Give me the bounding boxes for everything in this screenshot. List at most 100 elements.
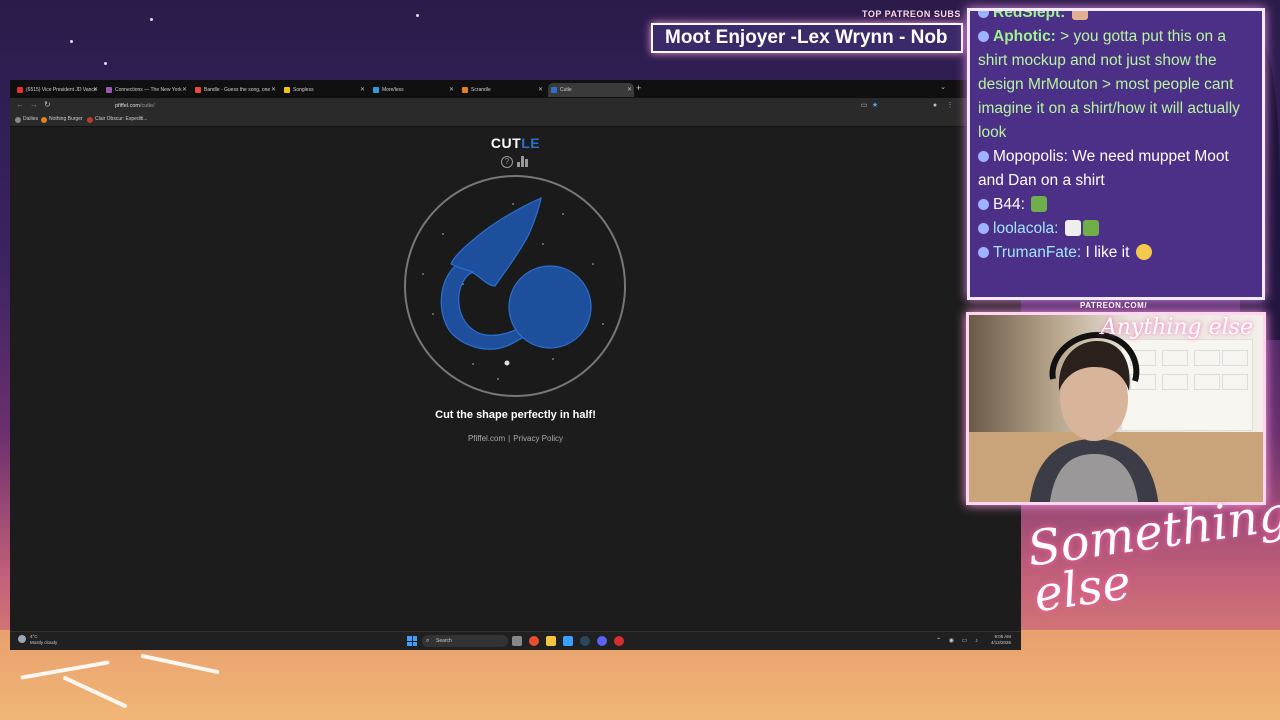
close-icon[interactable]: ✕ — [627, 83, 632, 97]
tab-connections[interactable]: Connections — The New York ✕ — [103, 83, 189, 97]
tab-cutle[interactable]: Cutle ✕ — [548, 83, 634, 97]
tab-label: (6515) Vice President JD Vance — [26, 87, 97, 93]
chat-badge-icon — [978, 31, 989, 42]
chat-badge-icon — [978, 247, 989, 258]
tab-favicon — [195, 87, 201, 93]
bookmark-star-icon[interactable]: ★ — [871, 102, 879, 110]
burger-icon — [41, 117, 47, 123]
chat-message: Mopopolis: We need muppet Moot and Dan o… — [978, 145, 1254, 193]
close-icon[interactable]: ✕ — [271, 83, 276, 97]
tab-favicon — [373, 87, 379, 93]
bookmark-label: Dailies — [23, 116, 39, 122]
url-field[interactable]: pfiffel.com/cutle/ — [105, 100, 855, 112]
chat-username: B44: — [993, 196, 1025, 213]
skull-emote-icon — [1064, 220, 1081, 236]
close-icon[interactable]: ✕ — [538, 83, 543, 97]
system-tray-icons[interactable]: ⌃ ◉ ▭ ♪ — [936, 637, 981, 644]
tab-label: More/less — [382, 87, 404, 93]
browser-window: (6515) Vice President JD Vance ✕ Connecti… — [10, 80, 1021, 650]
privacy-policy-link[interactable]: Privacy Policy — [513, 434, 563, 443]
tab-label: Connections — The New York — [115, 87, 182, 93]
url-domain: pfiffel.com — [115, 103, 140, 109]
tab-label: Cutle — [560, 87, 572, 93]
chat-username: loolacola: — [993, 220, 1059, 237]
windows-start-icon[interactable] — [407, 636, 417, 646]
tab-bandle[interactable]: Bandle - Guess the song, one ✕ — [192, 83, 278, 97]
tab-favicon — [284, 87, 290, 93]
folder-icon — [15, 117, 21, 123]
chat-emote-icon — [1135, 244, 1152, 260]
chat-username: Mopopolis: — [993, 148, 1068, 165]
tab-favicon — [551, 87, 557, 93]
back-arrow-icon[interactable]: ← — [16, 100, 24, 109]
bookmarks-bar: Dailies Nothing Burger Clair Obscur: Exp… — [10, 114, 1021, 127]
close-icon[interactable]: ✕ — [449, 83, 454, 97]
background-star — [416, 14, 419, 17]
cut-shape-canvas[interactable] — [403, 174, 627, 398]
search-label: Search — [436, 638, 452, 644]
obs-icon[interactable] — [614, 636, 624, 646]
tab-favicon — [17, 87, 23, 93]
close-icon[interactable]: ✕ — [360, 83, 365, 97]
reload-icon[interactable]: ↻ — [44, 100, 51, 109]
tab-list-chevron-icon[interactable]: ⌄ — [940, 83, 946, 91]
chat-emote-icon — [1071, 11, 1088, 20]
help-icon[interactable]: ? — [501, 156, 513, 168]
patreon-subs-ticker: Moot Enjoyer -Lex Wrynn - Nob — [651, 23, 963, 53]
new-tab-icon[interactable]: + — [636, 83, 641, 93]
chat-badge-icon — [978, 151, 989, 162]
extension-icon[interactable]: ● — [931, 102, 939, 110]
search-icon: ⌕ — [426, 638, 430, 644]
bookmark-label: Clair Obscur: Expediti... — [95, 116, 148, 122]
file-explorer-icon[interactable] — [546, 636, 556, 646]
app-icon[interactable] — [563, 636, 573, 646]
chat-badge-icon — [978, 223, 989, 234]
tab-songless[interactable]: Songless ✕ — [281, 83, 367, 97]
page-title: CUTLE — [10, 135, 1021, 151]
tab-moreless[interactable]: More/less ✕ — [370, 83, 456, 97]
tab-vice-president[interactable]: (6515) Vice President JD Vance ✕ — [14, 83, 100, 97]
chat-message: TrumanFate: I like it — [978, 241, 1254, 265]
background-star — [70, 40, 73, 43]
tab-scrandle[interactable]: Scrandle ✕ — [459, 83, 545, 97]
tab-favicon — [462, 87, 468, 93]
instructions-text: Cut the shape perfectly in half! — [435, 409, 596, 421]
chat-emote-icon — [1031, 196, 1048, 212]
taskbar-search[interactable]: ⌕ Search — [422, 635, 508, 647]
chat-emote-icon — [1082, 220, 1099, 236]
bookmark-clair-obscur[interactable]: Clair Obscur: Expediti... — [87, 116, 148, 123]
background-star — [150, 18, 153, 21]
stats-icon[interactable] — [517, 156, 529, 167]
reader-mode-icon[interactable]: ▭ — [860, 102, 868, 110]
chat-username: RedSlept: — [993, 8, 1066, 21]
bookmark-nothing-burger[interactable]: Nothing Burger — [41, 116, 83, 123]
close-icon[interactable]: ✕ — [182, 83, 187, 97]
clock[interactable]: 9:05 AM 4/12/2026 — [991, 634, 1011, 646]
tab-favicon — [106, 87, 112, 93]
cursor-indicator — [504, 360, 510, 366]
close-icon[interactable]: ✕ — [93, 83, 98, 97]
chat-text: I like it — [1085, 244, 1130, 261]
tab-label: Bandle - Guess the song, one — [204, 87, 271, 93]
address-bar: ← → ↻ pfiffel.com/cutle/ ▭ ★ ● ⋮ — [10, 98, 1021, 114]
clock-date: 4/12/2026 — [990, 640, 1011, 645]
discord-icon[interactable] — [597, 636, 607, 646]
background-star — [104, 62, 107, 65]
browser-app-icon[interactable] — [529, 636, 539, 646]
bookmark-favicon — [87, 117, 93, 123]
chat-badge-icon — [978, 11, 989, 18]
bookmark-dailies[interactable]: Dailies — [15, 116, 39, 123]
menu-icon[interactable]: ⋮ — [946, 102, 954, 110]
windows-taskbar: 4°C Mostly cloudy ⌕ Search ⌃ ◉ ▭ ♪ 9:05 AM… — [10, 631, 1021, 650]
chat-username: TrumanFate: — [993, 244, 1082, 261]
top-patreon-subs-label: TOP PATREON SUBS — [862, 9, 961, 19]
bookmark-label: Nothing Burger — [49, 116, 83, 122]
weather-widget[interactable]: 4°C Mostly cloudy — [18, 634, 57, 646]
title-accent: LE — [521, 135, 541, 151]
steam-icon[interactable] — [580, 636, 590, 646]
weather-desc: Mostly cloudy — [30, 640, 58, 645]
task-view-icon[interactable] — [512, 636, 522, 646]
footer-site-link[interactable]: Pfiffel.com — [468, 434, 505, 443]
forward-arrow-icon[interactable]: → — [30, 100, 38, 109]
patreon-url-label: PATREON.COM/ — [1080, 301, 1148, 310]
